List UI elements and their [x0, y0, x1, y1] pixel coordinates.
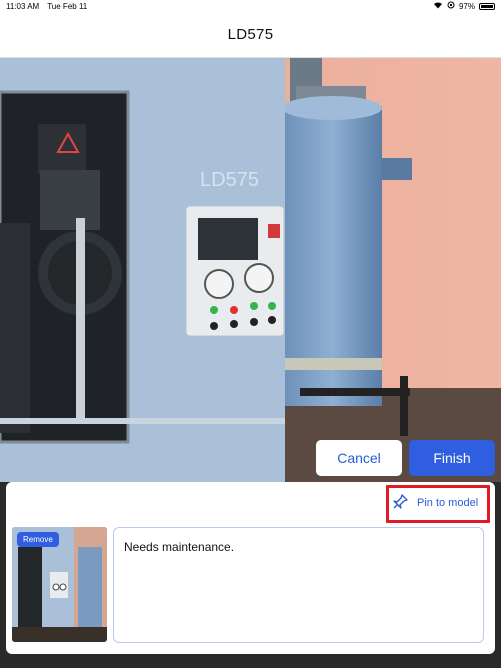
- battery-icon: [479, 2, 495, 10]
- page-title: LD575: [227, 26, 274, 43]
- wifi-icon: [433, 1, 443, 11]
- annotation-panel: Pin to model Remove Needs maintenance.: [6, 482, 495, 654]
- pin-icon: [391, 493, 409, 514]
- snapshot-thumbnail[interactable]: Remove: [12, 527, 107, 642]
- note-textarea[interactable]: Needs maintenance.: [113, 527, 484, 643]
- note-text: Needs maintenance.: [124, 540, 235, 554]
- battery-percent: 97%: [458, 1, 475, 11]
- pin-to-model-label: Pin to model: [417, 497, 479, 509]
- orientation-lock-icon: [447, 1, 455, 11]
- machine-model-render: LD575: [0, 58, 501, 482]
- machine-label: LD575: [200, 169, 259, 191]
- status-date: Tue Feb 11: [47, 1, 88, 11]
- remove-button[interactable]: Remove: [17, 532, 59, 547]
- home-indicator-area: [0, 654, 501, 668]
- status-bar: 11:03 AM Tue Feb 11 97%: [0, 0, 501, 12]
- cancel-button[interactable]: Cancel: [316, 440, 402, 476]
- model-viewport[interactable]: LD575: [0, 58, 501, 482]
- nav-bar: LD575: [0, 12, 501, 58]
- finish-button[interactable]: Finish: [409, 440, 495, 476]
- status-time: 11:03 AM: [6, 1, 40, 11]
- pin-to-model-button[interactable]: Pin to model: [385, 485, 487, 521]
